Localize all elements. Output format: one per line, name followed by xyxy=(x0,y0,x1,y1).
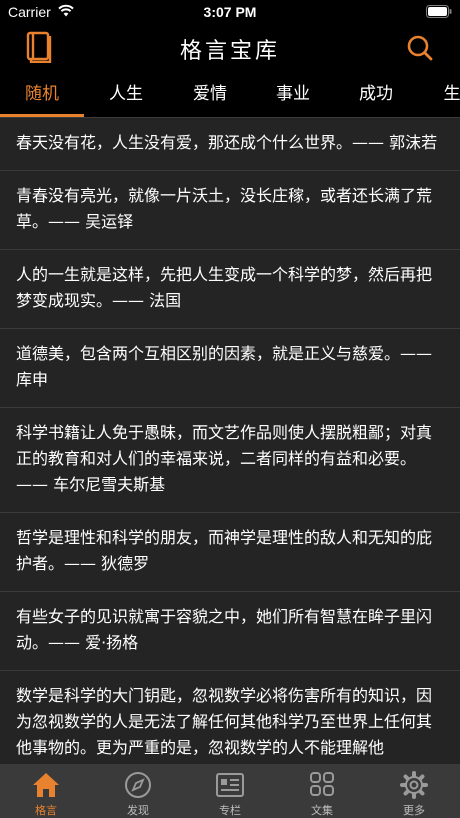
tabbar-label: 专栏 xyxy=(219,804,241,817)
grid-icon xyxy=(310,772,334,796)
bottom-tab-bar: 格言 发现 专栏 文集 更多 xyxy=(0,764,460,818)
tabbar-label: 更多 xyxy=(403,804,425,817)
compass-icon xyxy=(125,772,151,798)
status-bar: Carrier 3:07 PM xyxy=(0,0,460,24)
list-item[interactable]: 数学是科学的大门钥匙，忽视数学必将伤害所有的知识，因为忽视数学的人是无法了解任何… xyxy=(0,671,460,764)
tab-love[interactable]: 爱情 xyxy=(168,72,252,117)
tab-partial[interactable]: 生 xyxy=(410,72,460,117)
category-tabs: 随机 人生 爱情 事业 成功 生 xyxy=(0,72,460,118)
column-card-icon xyxy=(216,773,244,797)
list-item[interactable]: 青春没有亮光，就像一片沃土，没长庄稼，或者还长满了荒草。—— 吴运铎 xyxy=(0,171,460,250)
tab-label: 爱情 xyxy=(193,84,227,104)
tab-life[interactable]: 人生 xyxy=(84,72,168,117)
list-item[interactable]: 哲学是理性和科学的朋友，而神学是理性的敌人和无知的庇护者。—— 狄德罗 xyxy=(0,513,460,592)
tabbar-label: 发现 xyxy=(127,804,149,817)
tab-label: 随机 xyxy=(25,84,59,104)
tabbar-item-columns[interactable]: 专栏 xyxy=(184,764,276,818)
battery-icon xyxy=(426,5,452,18)
tab-label: 成功 xyxy=(359,84,393,104)
tab-label: 生 xyxy=(443,84,460,104)
tabbar-label: 文集 xyxy=(311,804,333,817)
tab-success[interactable]: 成功 xyxy=(334,72,418,117)
nav-bar: 格言宝库 xyxy=(0,24,460,72)
quote-list[interactable]: 春天没有花，人生没有爱，那还成个什么世界。—— 郭沫若 青春没有亮光，就像一片沃… xyxy=(0,118,460,764)
status-time: 3:07 PM xyxy=(203,4,257,20)
tabbar-item-more[interactable]: 更多 xyxy=(368,764,460,818)
gear-icon xyxy=(400,771,428,799)
list-item[interactable]: 人的一生就是这样，先把人生变成一个科学的梦，然后再把梦变成现实。—— 法国 xyxy=(0,250,460,329)
home-icon xyxy=(33,773,59,797)
tab-label: 人生 xyxy=(109,84,143,104)
tab-career[interactable]: 事业 xyxy=(251,72,335,117)
list-item[interactable]: 有些女子的见识就寓于容貌之中，她们所有智慧在眸子里闪动。—— 爱·扬格 xyxy=(0,592,460,671)
tab-label: 事业 xyxy=(276,84,310,104)
active-tab-indicator xyxy=(0,114,84,117)
search-icon[interactable] xyxy=(406,34,434,62)
tabbar-item-collections[interactable]: 文集 xyxy=(276,764,368,818)
tabbar-item-discover[interactable]: 发现 xyxy=(92,764,184,818)
list-item[interactable]: 科学书籍让人免于愚昧，而文艺作品则使人摆脱粗鄙；对真正的教育和对人们的幸福来说，… xyxy=(0,408,460,513)
list-item[interactable]: 春天没有花，人生没有爱，那还成个什么世界。—— 郭沫若 xyxy=(0,118,460,171)
page-title: 格言宝库 xyxy=(179,39,280,64)
tabbar-label: 格言 xyxy=(35,804,57,817)
list-item[interactable]: 道德美，包含两个互相区别的因素，就是正义与慈爱。—— 库申 xyxy=(0,329,460,408)
tabbar-item-maxims[interactable]: 格言 xyxy=(0,764,92,818)
tab-random[interactable]: 随机 xyxy=(0,72,84,117)
